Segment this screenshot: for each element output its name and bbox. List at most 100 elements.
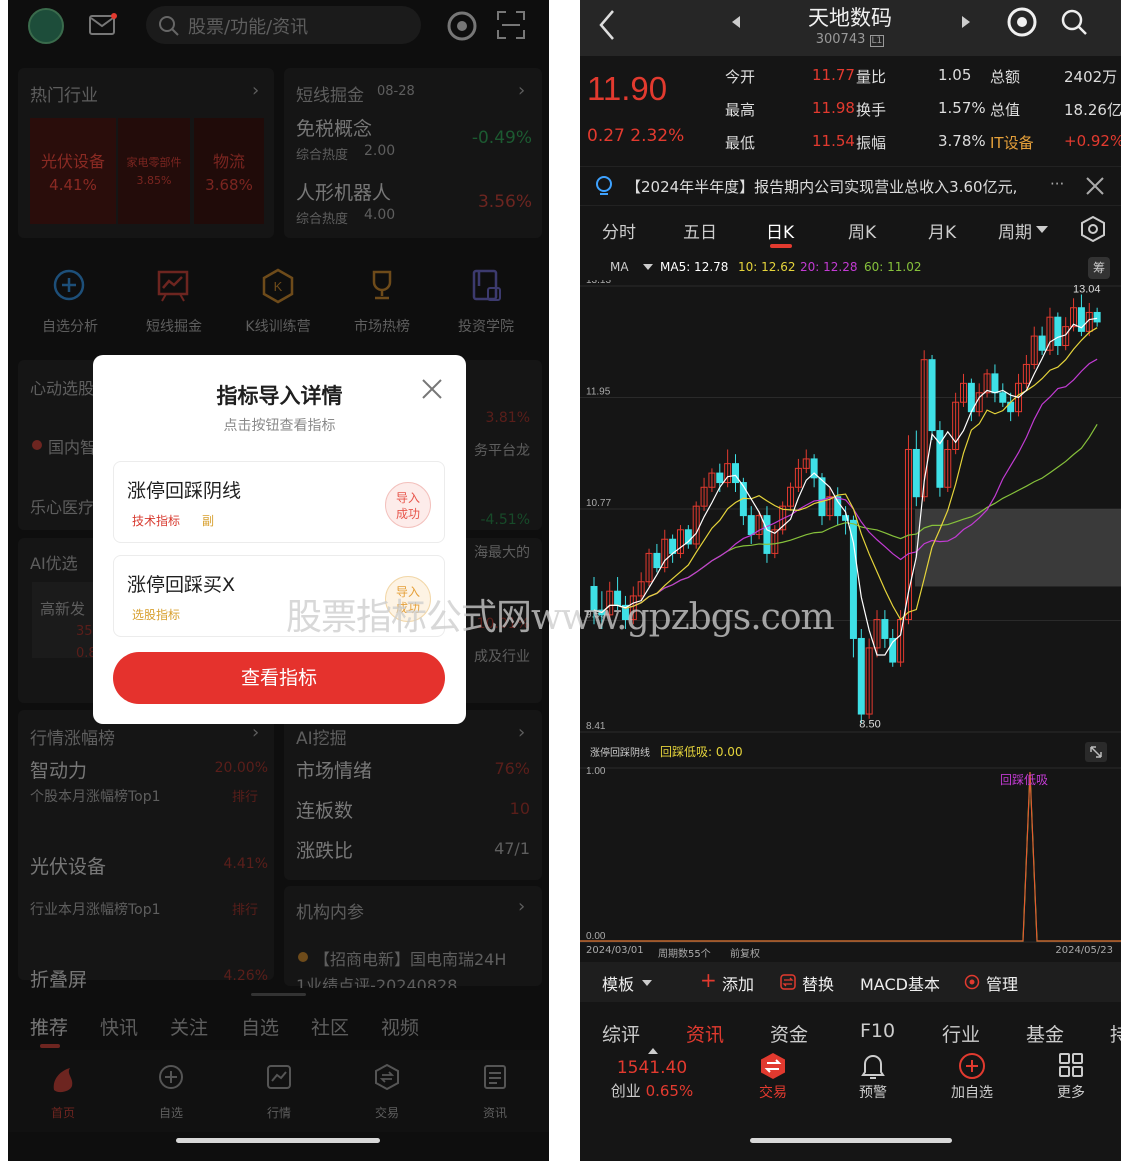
replace-button[interactable]: 替换 (802, 971, 834, 995)
bg-pct: -4.51% (480, 512, 530, 528)
hot-industry-card[interactable]: 热门行业 › 光伏设备 4.41% 家电零部件 3.85% 物流 3.68% (18, 68, 274, 238)
inst-card[interactable]: 机构内参 › 【招商电新】国电南瑞24H 1业绩点评-20240828 (284, 886, 542, 995)
expand-icon[interactable] (1085, 742, 1107, 762)
dot-icon (32, 440, 42, 450)
quick-icons-row: 自选分析 短线掘金 K K线训练营 市场热榜 投资学院 (18, 250, 542, 350)
quick-k-training[interactable]: K K线训练营 (226, 250, 330, 350)
tab-video[interactable]: 视频 (381, 1013, 419, 1040)
tab-timeshare[interactable]: 分时 (602, 218, 636, 243)
tab-monthly-k[interactable]: 月K (928, 218, 956, 243)
close-icon[interactable] (1085, 176, 1105, 196)
news-icon (484, 1065, 506, 1089)
tab-five-day[interactable]: 五日 (683, 218, 717, 243)
alert-button[interactable]: 预警 (838, 1050, 908, 1110)
tab-period[interactable]: 周期 (998, 218, 1032, 243)
pv-name[interactable]: 光伏设备 (30, 852, 106, 879)
quote-v3: 18.26亿 (1064, 101, 1121, 119)
nav-market[interactable]: 行情 (244, 1056, 314, 1126)
chevron-right-icon: › (518, 722, 526, 743)
tab-community[interactable]: 社区 (311, 1013, 349, 1040)
tab-news[interactable]: 资讯 (686, 1020, 724, 1047)
search-icon[interactable] (1060, 8, 1088, 38)
search-input[interactable]: 股票/功能/资讯 (146, 6, 421, 44)
level-badge: L1 (869, 35, 885, 47)
nav-home[interactable]: 首页 (28, 1056, 98, 1126)
pv-rank-link[interactable]: 排行 (232, 899, 258, 918)
view-indicator-button[interactable]: 查看指标 (113, 652, 445, 704)
candlestick-chart[interactable]: 13.1311.9510.779.598.4113.048.50 (580, 280, 1121, 740)
right-screen: 天地数码 300743 L1 11.90 0.27 2.32% 今开 11.77 量… (580, 0, 1121, 1161)
ma60-value: 60: 11.02 (864, 260, 922, 274)
manage-button[interactable]: 管理 (986, 971, 1018, 995)
ma-label[interactable]: MA (610, 260, 629, 274)
quick-market-hot[interactable]: 市场热榜 (330, 250, 434, 350)
quote-v3: +0.92% (1064, 132, 1121, 150)
robot-icon[interactable] (1005, 4, 1039, 38)
tab-follow[interactable]: 关注 (170, 1013, 208, 1040)
chip-button[interactable]: 筹 (1088, 257, 1110, 279)
tab-fund[interactable]: 基金 (1026, 1020, 1064, 1047)
avatar[interactable] (28, 8, 64, 44)
industry-tile[interactable]: 光伏设备 4.41% (30, 118, 116, 224)
nav-trade[interactable]: 交易 (352, 1056, 422, 1126)
template-button[interactable]: 模板 (602, 971, 634, 995)
close-icon[interactable] (420, 377, 444, 401)
indicator-tag: 选股指标 (132, 608, 181, 622)
price-change: 0.27 2.32% (587, 126, 684, 146)
industry-tile[interactable]: 物流 3.68% (194, 118, 264, 224)
next-stock-icon[interactable] (960, 14, 972, 30)
scan-icon[interactable] (496, 10, 526, 40)
news-bar[interactable]: 【2024年半年度】报告期内公司实现营业总收入3.60亿元, ··· (580, 166, 1121, 206)
macd-button[interactable]: MACD基本 (860, 971, 940, 995)
drag-handle[interactable] (251, 993, 306, 996)
prev-stock-icon[interactable] (730, 14, 742, 30)
search-placeholder: 股票/功能/资讯 (188, 17, 309, 38)
industry-tile[interactable]: 家电零部件 3.85% (118, 118, 190, 224)
settings-hexagon-icon[interactable] (1080, 216, 1106, 242)
tab-industry[interactable]: 行业 (942, 1020, 980, 1047)
tab-flash[interactable]: 快讯 (100, 1013, 138, 1040)
indicator-item[interactable]: 涨停回踩阴线 技术指标 副 导入 成功 (113, 461, 445, 543)
add-watchlist-button[interactable]: 加自选 (937, 1050, 1007, 1110)
nav-watchlist[interactable]: 自选 (136, 1056, 206, 1126)
industry-name: 光伏设备 (40, 152, 105, 171)
bg-text: 国内智 (48, 438, 97, 457)
quick-invest-school[interactable]: 投资学院 (434, 250, 538, 350)
ai-row-value: 10 (509, 799, 530, 818)
rank-card[interactable]: 行情涨幅榜 › 智动力 20.00% 个股本月涨幅榜Top1 排行 光伏设备 4… (18, 710, 274, 991)
min-price-label: 8.50 (859, 718, 880, 730)
ai-mining-card[interactable]: AI挖掘 › 市场情绪 76% 连板数 10 涨跌比 47/1 (284, 710, 542, 880)
inst-line[interactable]: 【招商电新】国电南瑞24H (314, 946, 506, 970)
tab-daily-k[interactable]: 日K (766, 218, 794, 243)
robot-icon[interactable] (445, 8, 479, 42)
tab-overview[interactable]: 综评 (602, 1020, 640, 1047)
nav-news[interactable]: 资讯 (460, 1056, 530, 1126)
concept-name[interactable]: 人形机器人 (296, 178, 391, 205)
tab-funds[interactable]: 资金 (770, 1020, 808, 1047)
tab-watchlist[interactable]: 自选 (241, 1013, 279, 1040)
tab-recommend[interactable]: 推荐 (30, 1013, 68, 1040)
nav-label: 资讯 (482, 1106, 507, 1120)
rank-stock-name[interactable]: 智动力 (30, 756, 87, 783)
mail-icon[interactable] (88, 12, 118, 38)
tab-weekly-k[interactable]: 周K (848, 218, 876, 243)
back-icon[interactable] (596, 8, 618, 42)
quick-short-mining[interactable]: 短线掘金 (122, 250, 226, 350)
rank-link[interactable]: 排行 (232, 786, 258, 805)
more-button[interactable]: 更多 (1036, 1050, 1106, 1110)
hot-industry-title: 热门行业 (30, 86, 98, 106)
quick-self-analysis[interactable]: 自选分析 (18, 250, 122, 350)
sub-indicator-chart[interactable]: 1.00 0.00 回踩低吸 (580, 762, 1121, 944)
tab-holding[interactable]: 持 (1110, 1020, 1121, 1047)
add-button[interactable]: 添加 (722, 971, 754, 995)
short-mining-card[interactable]: 短线掘金 08-28 › 免税概念 综合热度 2.00 -0.49% 人形机器人… (284, 68, 542, 238)
trade-button[interactable]: 交易 (738, 1050, 808, 1110)
concept-name[interactable]: 免税概念 (296, 114, 372, 141)
candle-body (1038, 335, 1046, 351)
tab-f10[interactable]: F10 (860, 1020, 895, 1042)
grid-icon (1059, 1053, 1083, 1077)
sub-indicator-name[interactable]: 涨停回踩阴线 (590, 744, 650, 759)
plus-circle-icon (159, 1065, 183, 1089)
caret-down-icon (642, 980, 652, 986)
index-value[interactable]: 1541.40 (598, 1058, 706, 1078)
